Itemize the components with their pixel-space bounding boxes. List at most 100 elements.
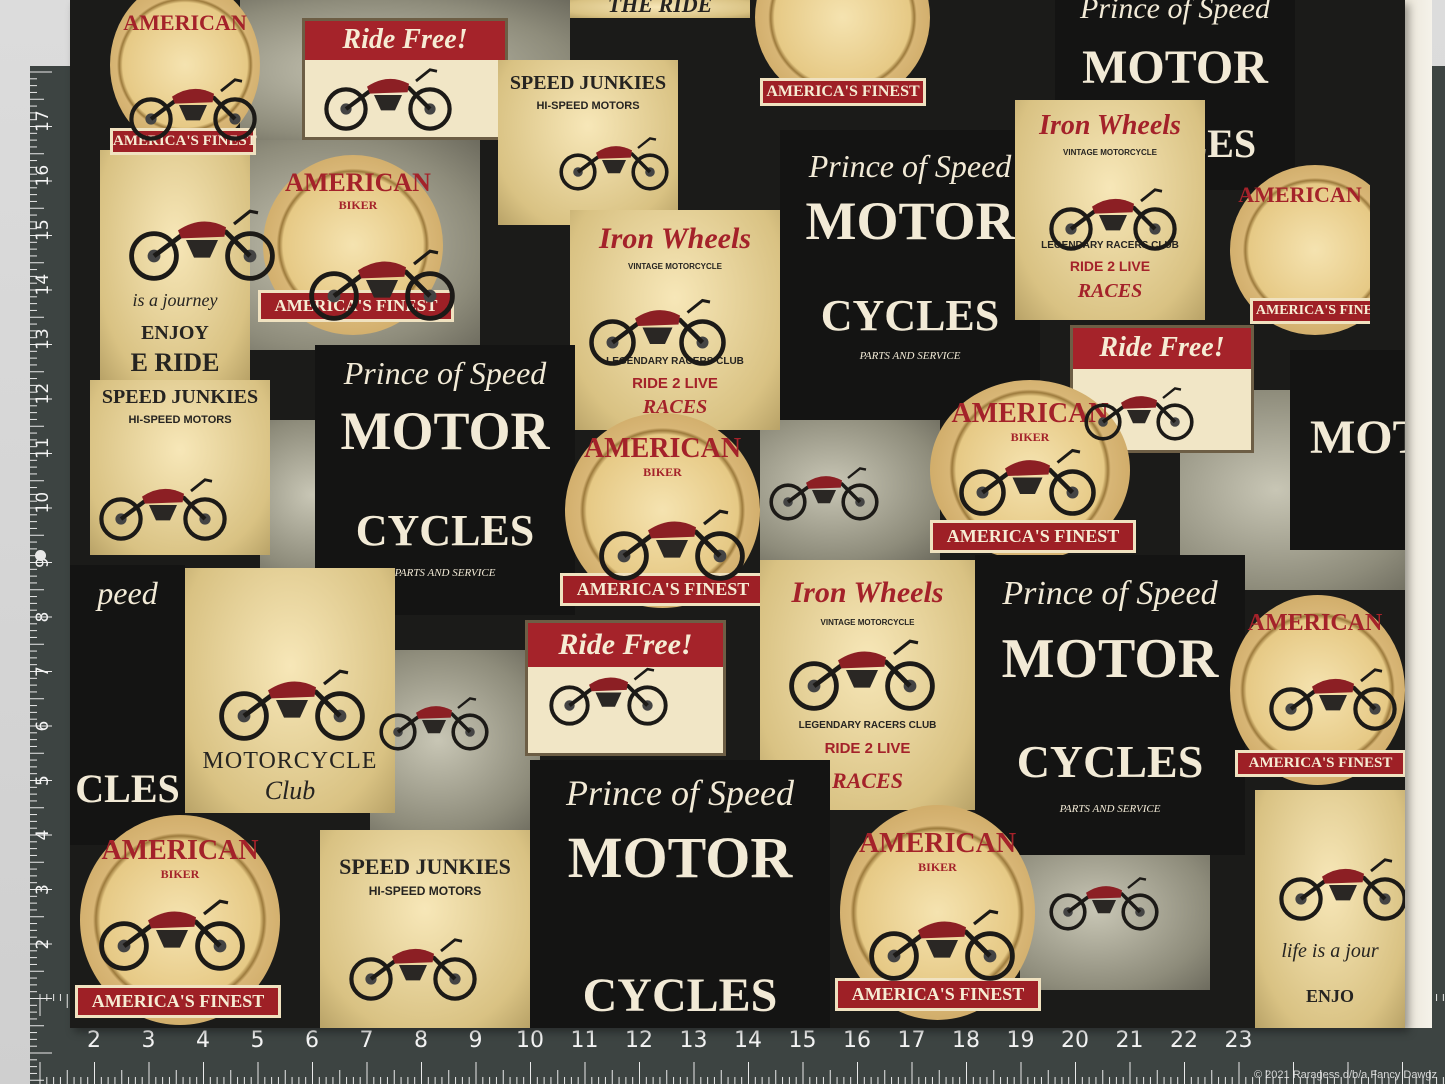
american-text: AMERICAN <box>285 168 431 197</box>
the-ride-panel: THE RIDE <box>570 0 750 18</box>
prince-of-speed-text: Prince of Speed <box>808 148 1012 184</box>
american-text: AMERICAN <box>1238 182 1362 207</box>
prince-of-speed-panel: Prince of Speed MOTOR CYCLES PARTS AND S… <box>780 130 1040 420</box>
speed-junkies-text: SPEED JUNKIES <box>339 854 511 879</box>
vintage-motorcycle-text: VINTAGE MOTORCYCLE <box>628 262 722 271</box>
ruler-label: 9 <box>469 1028 483 1053</box>
iron-wheels-text: Iron Wheels <box>599 222 751 255</box>
ruler-label: 2 <box>33 939 53 950</box>
legendary-racers-club-text: LEGENDARY RACERS CLUB <box>606 356 744 367</box>
ride-2-live-text: RIDE 2 LIVE <box>632 375 718 392</box>
life-is-a-jour-text: life is a jour <box>1281 940 1379 962</box>
motorcycle-club-panel: MOTORCYCLE Club <box>185 568 395 813</box>
legendary-racers-club-text: LEGENDARY RACERS CLUB <box>798 720 937 731</box>
ruler-label: 3 <box>33 884 53 895</box>
ruler-label: 10 <box>33 492 53 514</box>
club-text: Club <box>264 776 316 805</box>
americas-finest-ribbon: AMERICA'S FINEST <box>110 128 257 155</box>
ruler-label: 17 <box>33 110 53 132</box>
ride-free-text: Ride Free! <box>528 623 723 668</box>
biker-text: BIKER <box>160 867 200 881</box>
ruler-label: 8 <box>33 612 53 623</box>
ride-free-card: Ride Free! <box>302 18 508 140</box>
ride-free-text: Ride Free! <box>305 21 505 61</box>
americas-finest-ribbon: AMERICA'S FINEST <box>75 985 281 1018</box>
ruler-label: 13 <box>680 1028 708 1053</box>
american-text: AMERICAN <box>583 433 742 464</box>
iron-wheels-text: Iron Wheels <box>791 576 944 609</box>
biker-text: BIKER <box>1010 430 1050 444</box>
the-ride-text: THE RIDE <box>607 0 713 17</box>
speed-junkies-panel: SPEED JUNKIES HI-SPEED MOTORS <box>498 60 678 225</box>
prince-of-speed-text: Prince of Speed <box>343 355 547 391</box>
is-a-journey-text: is a journey <box>132 290 218 310</box>
american-badge: AMERICAN AMERICA'S FINEST <box>110 0 260 160</box>
prince-of-speed-text: Prince of Speed <box>1002 575 1218 612</box>
speed-junkies-panel: SPEED JUNKIES HI-SPEED MOTORS <box>90 380 270 555</box>
ruler-label: 10 <box>516 1028 544 1053</box>
cycles-text: CYCLES <box>820 291 1000 340</box>
american-text: AMERICAN <box>123 10 247 35</box>
ruler-label: 20 <box>1061 1028 1089 1053</box>
ruler-label: 15 <box>789 1028 817 1053</box>
ruler-label: 15 <box>33 219 53 241</box>
ride-free-text: Ride Free! <box>1073 328 1251 370</box>
ruler-label: 5 <box>251 1028 265 1053</box>
ruler-label: 8 <box>414 1028 428 1053</box>
speed-junkies-panel: SPEED JUNKIES HI-SPEED MOTORS <box>320 830 530 1028</box>
motor-text: MOTOR <box>567 825 793 890</box>
ruler-label: 12 <box>625 1028 653 1053</box>
americas-finest-ribbon: AMERICA'S FINEST <box>1235 750 1405 777</box>
american-text: AMERICAN <box>101 835 259 866</box>
mat-hole <box>35 550 46 561</box>
ruler-label: 7 <box>33 666 53 677</box>
partial-cles-text: CLES <box>75 766 180 811</box>
cycles-text: CYCLES <box>582 969 778 1022</box>
prince-of-speed-panel: peed CLES <box>70 565 185 845</box>
ride-free-card: Ride Free! <box>525 620 726 756</box>
prince-of-speed-text: Prince of Speed <box>566 773 794 813</box>
copyright-watermark: © 2021 Raragess d/b/a Fancy Dawgz <box>1254 1069 1437 1081</box>
motor-text: MOTOR <box>1001 628 1219 690</box>
parts-service-text: PARTS AND SERVICE <box>859 350 961 362</box>
american-badge: AMERICAN AMERICA'S FINEST <box>1225 590 1405 790</box>
hi-speed-motors-text: HI-SPEED MOTORS <box>536 100 640 112</box>
ruler-label: 19 <box>1007 1028 1035 1053</box>
prince-of-speed-text: Prince of Speed <box>1080 0 1270 25</box>
gray-motorcycle-patch <box>760 410 940 560</box>
ruler-label: 7 <box>360 1028 374 1053</box>
american-text: AMERICAN <box>951 398 1109 429</box>
ruler-label: 11 <box>571 1028 599 1053</box>
gray-motorcycle-patch <box>370 650 540 830</box>
prince-of-speed-panel: MOTOR <box>1290 350 1405 550</box>
americas-finest-ribbon: AMERICA'S FINEST <box>560 573 766 606</box>
prince-of-speed-panel: Prince of Speed MOTOR CYCLES <box>530 760 830 1028</box>
ruler-label: 12 <box>33 383 53 405</box>
ruler-label: 21 <box>1116 1028 1144 1053</box>
legendary-racers-club-text: LEGENDARY RACERS CLUB <box>1041 240 1179 251</box>
hi-speed-motors-text: HI-SPEED MOTORS <box>128 414 232 426</box>
motor-text: MOTOR <box>805 191 1015 251</box>
enjoy-text: ENJOY <box>141 322 209 344</box>
ruler-label: 5 <box>33 775 53 786</box>
ruler-label: 4 <box>196 1028 210 1053</box>
ruler-label: 4 <box>33 830 53 841</box>
ruler-label: 11 <box>33 437 53 459</box>
biker-text: BIKER <box>338 198 378 212</box>
americas-finest-ribbon: AMERICA'S FINEST <box>1250 298 1370 324</box>
partial-enjo-text: ENJO <box>1305 986 1354 1006</box>
american-badge: AMERICA'S FINEST <box>750 0 935 110</box>
american-badge: AMERICAN BIKER AMERICA'S FINEST <box>830 800 1045 1028</box>
ruler-label: 16 <box>843 1028 871 1053</box>
ruler-label: 16 <box>33 165 53 187</box>
american-badge: AMERICAN BIKER AMERICA'S FINEST <box>555 405 770 615</box>
american-text: AMERICAN <box>858 828 1017 859</box>
ride-2-live-text: RIDE 2 LIVE <box>1069 258 1151 274</box>
american-text: AMERICAN <box>1247 610 1383 636</box>
american-badge: AMERICAN AMERICA'S FINEST <box>1230 160 1370 340</box>
journey-panel: is a journey ENJOY E RIDE <box>100 150 250 380</box>
motorcycle-text: MOTORCYCLE <box>202 748 378 774</box>
americas-finest-ribbon: AMERICA'S FINEST <box>930 520 1136 553</box>
biker-text: BIKER <box>918 860 957 874</box>
vintage-motorcycle-text: VINTAGE MOTORCYCLE <box>820 618 915 627</box>
